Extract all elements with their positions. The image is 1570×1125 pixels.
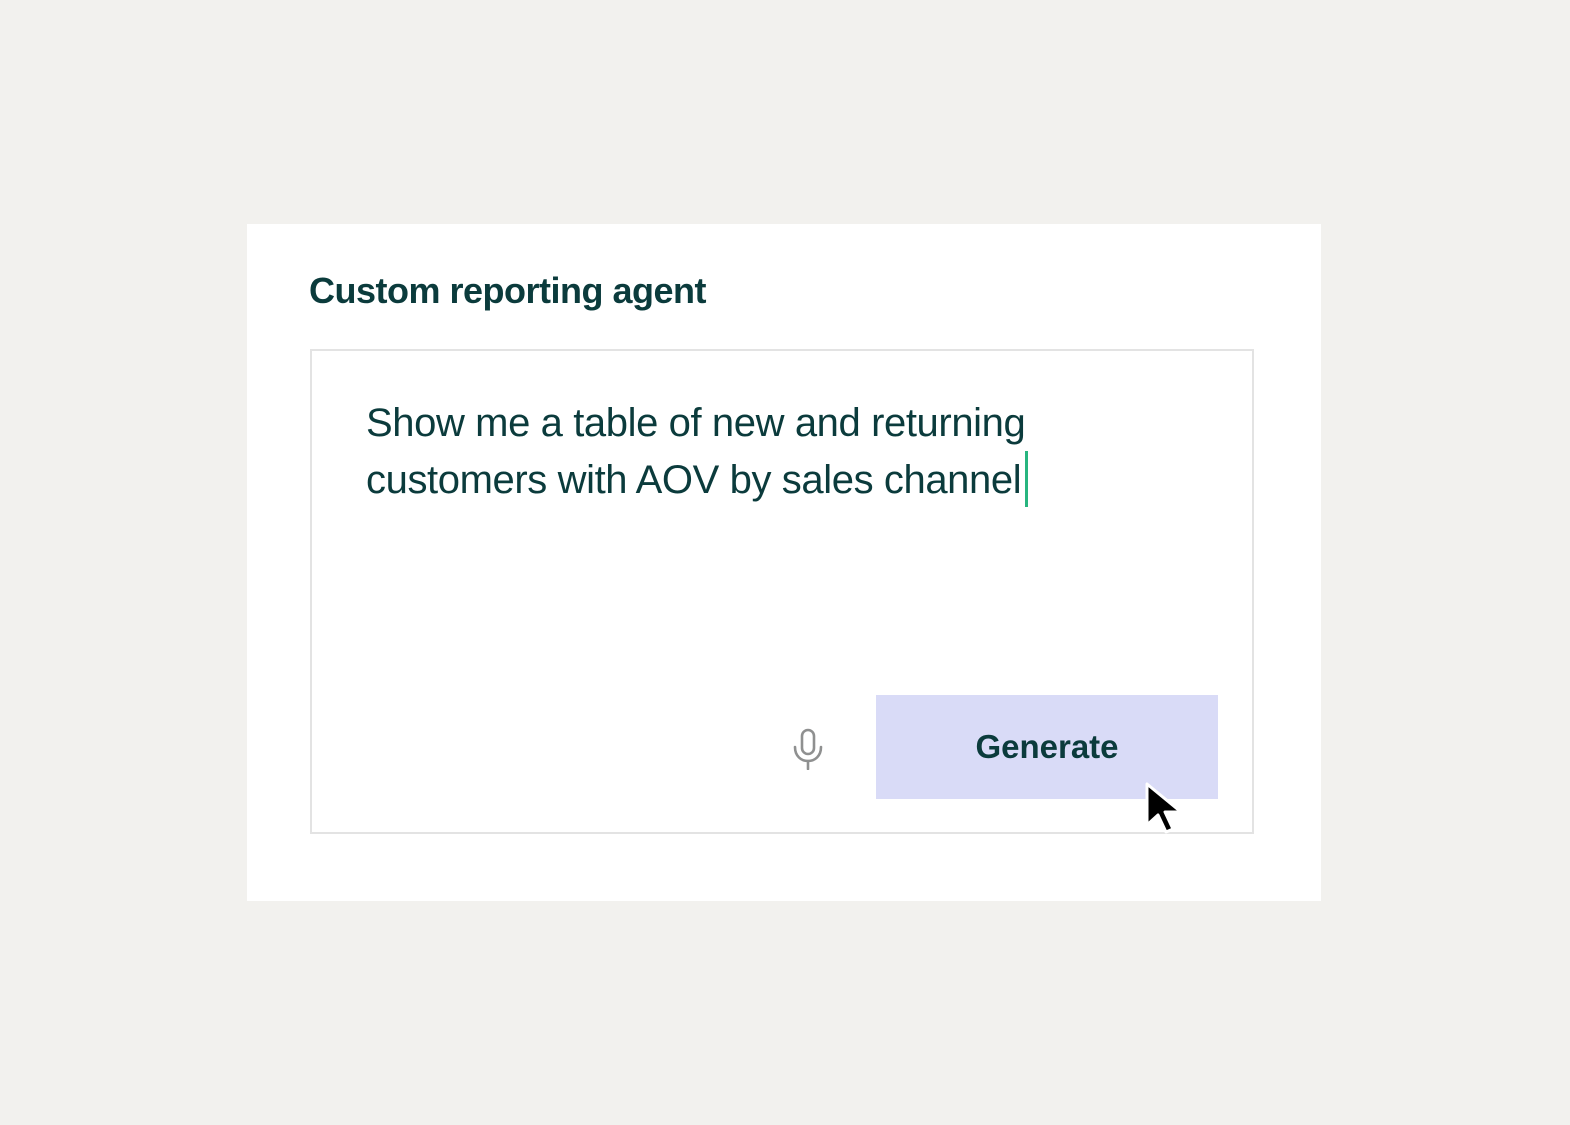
mouse-pointer-icon	[1145, 782, 1183, 834]
text-caret	[1025, 451, 1029, 507]
microphone-icon	[793, 728, 823, 770]
prompt-line-1: Show me a table of new and returning	[366, 401, 1026, 445]
prompt-text[interactable]: Show me a table of new and returning cus…	[366, 395, 1086, 508]
card-title: Custom reporting agent	[309, 270, 707, 311]
prompt-line-2: customers with AOV by sales channel	[366, 458, 1022, 502]
microphone-button[interactable]	[786, 725, 830, 773]
prompt-input[interactable]: Show me a table of new and returning cus…	[310, 349, 1254, 834]
